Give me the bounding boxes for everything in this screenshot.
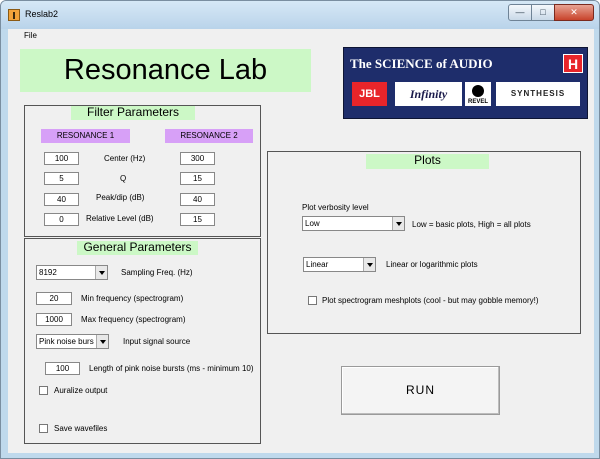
logo-tagline: The SCIENCE of AUDIO xyxy=(350,56,493,71)
chevron-down-icon xyxy=(96,335,108,348)
relative-level-label: Relative Level (dB) xyxy=(86,214,154,223)
plot-scale-value: Linear xyxy=(306,260,329,269)
plot-scale-select[interactable]: Linear xyxy=(303,257,376,272)
peak-dip-label: Peak/dip (dB) xyxy=(96,193,145,202)
sampling-freq-select[interactable]: 8192 xyxy=(36,265,108,280)
chevron-down-icon xyxy=(392,217,404,230)
close-button[interactable]: ✕ xyxy=(554,4,594,21)
filter-parameters-panel: Filter Parameters RESONANCE 1 RESONANCE … xyxy=(24,105,261,237)
sampling-freq-value: 8192 xyxy=(39,268,57,277)
save-wavefiles-label: Save wavefiles xyxy=(54,424,108,433)
plot-verbosity-hint: Low = basic plots, High = all plots xyxy=(412,220,531,229)
general-parameters-panel: General Parameters 8192 Sampling Freq. (… xyxy=(24,238,261,444)
q-label: Q xyxy=(120,174,127,183)
chevron-down-icon xyxy=(95,266,107,279)
r1-q-input[interactable]: 5 xyxy=(44,172,79,185)
plots-title: Plots xyxy=(366,154,489,169)
synthesis-logo: SYNTHESIS xyxy=(496,82,580,106)
general-parameters-title: General Parameters xyxy=(77,241,198,255)
center-label: Center (Hz) xyxy=(104,154,146,163)
r2-relative-level-input[interactable]: 15 xyxy=(180,213,215,226)
menu-bar: File xyxy=(8,29,594,43)
r2-center-input[interactable]: 300 xyxy=(180,152,215,165)
maximize-button[interactable]: □ xyxy=(531,4,555,21)
plot-verbosity-select[interactable]: Low xyxy=(302,216,405,231)
client-area: Resonance Lab The SCIENCE of AUDIO H JBL… xyxy=(8,43,594,453)
pink-noise-length-input[interactable]: 100 xyxy=(45,362,80,375)
plot-verbosity-label: Plot verbosity level xyxy=(302,203,369,212)
min-frequency-input[interactable]: 20 xyxy=(36,292,72,305)
harman-logo: The SCIENCE of AUDIO H JBL Infinity REVE… xyxy=(343,47,588,119)
input-source-label: Input signal source xyxy=(123,337,191,346)
revel-logo-text: REVEL xyxy=(467,99,488,105)
revel-logo: REVEL xyxy=(465,82,491,106)
min-frequency-label: Min frequency (spectrogram) xyxy=(81,294,184,303)
r1-relative-level-input[interactable]: 0 xyxy=(44,213,79,226)
plots-panel: Plots Plot verbosity level Low Low = bas… xyxy=(267,151,581,334)
plot-verbosity-value: Low xyxy=(305,219,320,228)
run-button[interactable]: RUN xyxy=(341,366,500,415)
plot-scale-hint: Linear or logarithmic plots xyxy=(386,260,478,269)
r2-peak-input[interactable]: 40 xyxy=(180,193,215,206)
chevron-down-icon xyxy=(363,258,375,271)
sampling-freq-label: Sampling Freq. (Hz) xyxy=(121,268,193,277)
r1-peak-input[interactable]: 40 xyxy=(44,193,79,206)
input-source-value: Pink noise burs xyxy=(39,337,94,346)
filter-parameters-title: Filter Parameters xyxy=(71,106,195,120)
input-source-select[interactable]: Pink noise burs xyxy=(36,334,109,349)
resonance-2-label: RESONANCE 2 xyxy=(165,129,253,143)
revel-mark-icon xyxy=(472,85,484,97)
harman-h-icon: H xyxy=(563,54,583,73)
resonance-1-label: RESONANCE 1 xyxy=(41,129,130,143)
app-window: Reslab2 — □ ✕ File Resonance Lab The SCI… xyxy=(0,0,600,459)
r2-q-input[interactable]: 15 xyxy=(180,172,215,185)
infinity-logo: Infinity xyxy=(395,82,462,106)
max-frequency-input[interactable]: 1000 xyxy=(36,313,72,326)
minimize-button[interactable]: — xyxy=(508,4,532,21)
title-panel: Resonance Lab xyxy=(20,49,311,92)
title-bar[interactable]: Reslab2 — □ ✕ xyxy=(1,1,599,29)
save-wavefiles-checkbox[interactable] xyxy=(39,424,48,433)
meshplots-checkbox[interactable] xyxy=(308,296,317,305)
jbl-logo: JBL xyxy=(352,82,387,106)
pink-noise-length-label: Length of pink noise bursts (ms - minimu… xyxy=(89,364,254,373)
auralize-label: Auralize output xyxy=(54,386,108,395)
app-title: Resonance Lab xyxy=(63,54,268,86)
auralize-checkbox[interactable] xyxy=(39,386,48,395)
menu-file[interactable]: File xyxy=(24,31,37,40)
meshplots-label: Plot spectrogram meshplots (cool - but m… xyxy=(322,296,539,305)
matlab-app-icon xyxy=(8,9,20,21)
window-title: Reslab2 xyxy=(25,9,59,19)
r1-center-input[interactable]: 100 xyxy=(44,152,79,165)
max-frequency-label: Max frequency (spectrogram) xyxy=(81,315,186,324)
